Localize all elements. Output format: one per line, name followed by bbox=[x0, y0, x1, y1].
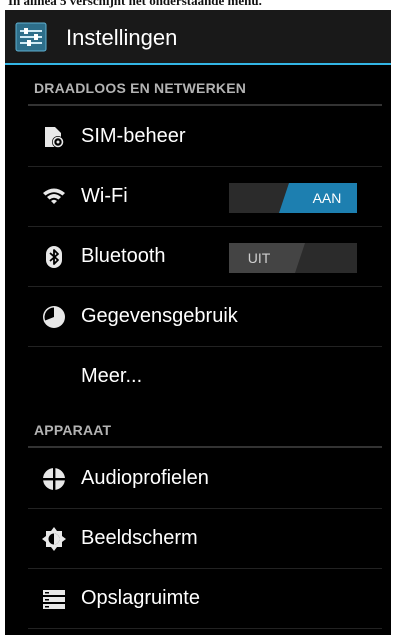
document-caption: In alinea 5 verschijnt het onderstaande … bbox=[8, 0, 262, 8]
section-divider bbox=[28, 104, 382, 106]
setting-label: Wi-Fi bbox=[81, 185, 128, 207]
setting-storage[interactable]: Opslagruimte bbox=[28, 569, 382, 629]
setting-audio-profiles[interactable]: Audioprofielen bbox=[28, 449, 382, 509]
settings-sliders-icon[interactable] bbox=[15, 22, 55, 52]
display-icon bbox=[42, 527, 66, 551]
setting-label: Audioprofielen bbox=[81, 467, 209, 489]
setting-sim-management[interactable]: SIM-beheer bbox=[28, 107, 382, 167]
screen-title: Instellingen bbox=[66, 25, 178, 50]
audio-profiles-icon bbox=[42, 467, 66, 491]
storage-icon bbox=[42, 587, 66, 611]
data-usage-icon bbox=[42, 305, 66, 329]
section-divider bbox=[28, 446, 382, 448]
wifi-toggle-label: AAN bbox=[313, 190, 342, 206]
setting-data-usage[interactable]: Gegevensgebruik bbox=[28, 287, 382, 347]
setting-label: SIM-beheer bbox=[81, 125, 186, 147]
setting-label: Gegevensgebruik bbox=[81, 305, 238, 327]
setting-more[interactable]: Meer... bbox=[28, 347, 382, 407]
setting-label: Opslagruimte bbox=[81, 587, 200, 609]
sim-card-icon bbox=[42, 125, 66, 149]
wifi-toggle[interactable]: AAN bbox=[229, 183, 357, 213]
setting-wifi[interactable]: Wi-Fi AAN bbox=[28, 167, 382, 227]
setting-label: Meer... bbox=[81, 365, 143, 387]
setting-bluetooth[interactable]: Bluetooth UIT bbox=[28, 227, 382, 287]
wifi-icon bbox=[42, 185, 66, 209]
section-header-device: APPARAAT bbox=[34, 422, 112, 438]
bluetooth-icon bbox=[42, 245, 66, 269]
bluetooth-toggle[interactable]: UIT bbox=[229, 243, 357, 273]
bluetooth-toggle-label: UIT bbox=[248, 250, 271, 266]
setting-label: Beeldscherm bbox=[81, 527, 198, 549]
action-bar: Instellingen bbox=[5, 10, 391, 65]
section-header-wireless: DRAADLOOS EN NETWERKEN bbox=[34, 80, 247, 96]
setting-display[interactable]: Beeldscherm bbox=[28, 509, 382, 569]
setting-label: Bluetooth bbox=[81, 245, 166, 267]
settings-screen: Instellingen DRAADLOOS EN NETWERKEN SIM-… bbox=[5, 10, 391, 635]
